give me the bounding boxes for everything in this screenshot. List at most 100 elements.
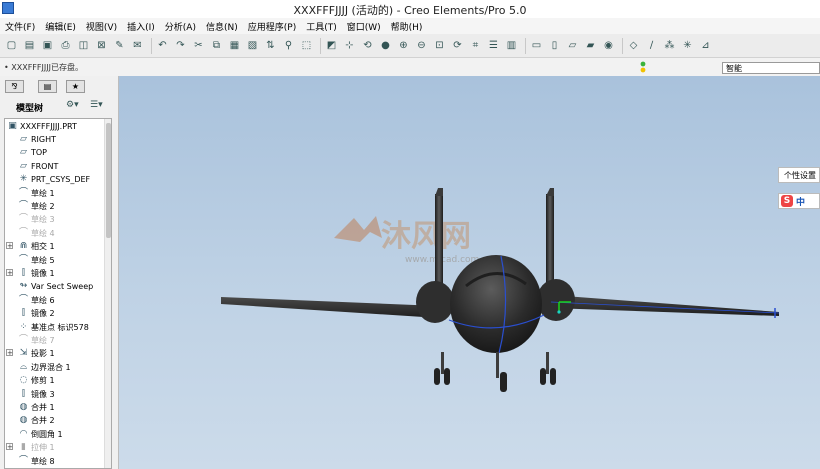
tab-folder-browser[interactable]: ▤ xyxy=(38,80,57,93)
tree-item[interactable]: ⌓ 边界混合 1 xyxy=(5,361,101,374)
tree-item[interactable]: ↬ Var Sect Sweep xyxy=(5,280,101,293)
tree-item[interactable]: ⌒ 草绘 4 xyxy=(5,227,101,240)
save-icon[interactable]: ▣ xyxy=(40,38,55,53)
reorient-icon[interactable]: ⟳ xyxy=(450,38,465,53)
menu-window[interactable]: 窗口(W) xyxy=(342,18,386,34)
csys-icon: ✳ xyxy=(19,174,28,185)
menu-applications[interactable]: 应用程序(P) xyxy=(243,18,301,34)
expand-icon[interactable]: + xyxy=(6,269,13,277)
tree-item[interactable]: ◌ 修剪 1 xyxy=(5,374,101,387)
menu-view[interactable]: 视图(V) xyxy=(81,18,122,34)
zoom-out-icon[interactable]: ⊖ xyxy=(414,38,429,53)
tree-item[interactable]: ▱ RIGHT xyxy=(5,133,101,146)
graphics-window[interactable]: 沐风网 www.mfcad.com xyxy=(119,76,820,469)
tree-item[interactable]: ⌒ 草绘 6 xyxy=(5,294,101,307)
wireframe-icon[interactable]: ▭ xyxy=(529,38,544,53)
menu-file[interactable]: 文件(F) xyxy=(0,18,40,34)
tree-item[interactable]: ⌒ 草绘 5 xyxy=(5,254,101,267)
ime-logo-icon[interactable]: S xyxy=(781,195,793,207)
find-icon[interactable]: ⚲ xyxy=(281,38,296,53)
tree-root[interactable]: ▣ XXXFFFJJJJ.PRT xyxy=(5,120,101,133)
tree-item-label: 拉伸 1 xyxy=(31,443,55,453)
paste-special-icon[interactable]: ▧ xyxy=(245,38,260,53)
tree-item-label: RIGHT xyxy=(31,135,57,144)
menu-tools[interactable]: 工具(T) xyxy=(301,18,342,34)
expand-icon[interactable]: + xyxy=(6,349,13,357)
tree-show-icon[interactable]: ☰▾ xyxy=(90,100,103,110)
select-box-icon[interactable]: ⬚ xyxy=(299,38,314,53)
mail-icon[interactable]: ✉ xyxy=(130,38,145,53)
tree-item[interactable]: ⌒ 草绘 2 xyxy=(5,200,101,213)
tree-item[interactable]: ◠ 倒圆角 1 xyxy=(5,428,101,441)
open-icon[interactable]: ▤ xyxy=(22,38,37,53)
menu-insert[interactable]: 插入(I) xyxy=(122,18,160,34)
tree-item[interactable]: ⫿ 镜像 2 xyxy=(5,307,101,320)
tree-item[interactable]: ⌒ 草绘 3 xyxy=(5,213,101,226)
paste-icon[interactable]: ▦ xyxy=(227,38,242,53)
repaint-icon[interactable]: ◩ xyxy=(324,38,339,53)
undo-icon[interactable]: ↶ xyxy=(155,38,170,53)
tree-item[interactable]: ⫿ 镜像 3 xyxy=(5,388,101,401)
datum-plane-display-icon[interactable]: ◇ xyxy=(626,38,641,53)
close-window-icon[interactable]: ⊠ xyxy=(94,38,109,53)
regenerate-icon[interactable]: ⇅ xyxy=(263,38,278,53)
print-icon[interactable]: ⎙ xyxy=(58,38,73,53)
tab-favorites[interactable]: ★ xyxy=(66,80,85,93)
csys-display-icon[interactable]: ✳ xyxy=(680,38,695,53)
separator xyxy=(525,37,526,54)
datum-point-display-icon[interactable]: ⁂ xyxy=(662,38,677,53)
expand-icon[interactable]: + xyxy=(6,443,13,451)
personalize-popup[interactable]: 个性设置 xyxy=(778,167,820,183)
layers-icon[interactable]: ☰ xyxy=(486,38,501,53)
menu-analysis[interactable]: 分析(A) xyxy=(160,18,201,34)
shaded-icon[interactable]: ▰ xyxy=(583,38,598,53)
tree-item-label: 草绘 8 xyxy=(31,456,55,466)
spin-center-icon[interactable]: ⊹ xyxy=(342,38,357,53)
merge-icon: ◍ xyxy=(19,402,28,412)
airplane-model[interactable] xyxy=(221,188,780,392)
tree-item[interactable]: ⌒ 草绘 8 xyxy=(5,455,101,468)
refit-icon[interactable]: ⊡ xyxy=(432,38,447,53)
menu-info[interactable]: 信息(N) xyxy=(201,18,243,34)
no-hidden-icon[interactable]: ▱ xyxy=(565,38,580,53)
tab-model-tree[interactable]: ⅋ xyxy=(5,80,24,93)
tree-item[interactable]: ⁘ 基准点 标识578 xyxy=(5,321,101,334)
tree-item[interactable]: ◍ 合并 1 xyxy=(5,401,101,414)
model-view[interactable]: 沐风网 www.mfcad.com xyxy=(119,76,820,469)
edit-icon[interactable]: ✎ xyxy=(112,38,127,53)
tree-scrollbar[interactable] xyxy=(104,119,111,468)
ime-mode[interactable]: 中 xyxy=(796,195,805,208)
tree-item[interactable]: + ⋒ 相交 1 xyxy=(5,240,101,253)
redo-icon[interactable]: ↷ xyxy=(173,38,188,53)
view-manager-icon[interactable]: ▥ xyxy=(504,38,519,53)
tree-item[interactable]: ⌒ 草绘 1 xyxy=(5,187,101,200)
shading-icon[interactable]: ● xyxy=(378,38,393,53)
copy-icon[interactable]: ⧉ xyxy=(209,38,224,53)
orient-mode-icon[interactable]: ⟲ xyxy=(360,38,375,53)
zoom-in-icon[interactable]: ⊕ xyxy=(396,38,411,53)
tree-item[interactable]: ⌒ 草绘 7 xyxy=(5,334,101,347)
tree-item[interactable]: + ⫿ 镜像 1 xyxy=(5,267,101,280)
saved-views-icon[interactable]: ⌗ xyxy=(468,38,483,53)
annotation-display-icon[interactable]: ⊿ xyxy=(698,38,713,53)
scrollbar-thumb[interactable] xyxy=(106,123,111,238)
appearance-icon[interactable]: ◉ xyxy=(601,38,616,53)
tree-item[interactable]: ◍ 合并 2 xyxy=(5,414,101,427)
hidden-line-icon[interactable]: ▯ xyxy=(547,38,562,53)
print-preview-icon[interactable]: ◫ xyxy=(76,38,91,53)
new-icon[interactable]: ▢ xyxy=(4,38,19,53)
menu-edit[interactable]: 编辑(E) xyxy=(40,18,81,34)
tree-settings-icon[interactable]: ⚙▾ xyxy=(66,100,79,110)
cut-icon[interactable]: ✂ xyxy=(191,38,206,53)
tree-item[interactable]: + ▮ 拉伸 1 xyxy=(5,441,101,454)
tree-item[interactable]: ▱ FRONT xyxy=(5,160,101,173)
tree-item[interactable]: + ⇲ 投影 1 xyxy=(5,347,101,360)
selection-filter[interactable]: 智能 xyxy=(722,62,820,74)
tree-item[interactable]: ✳ PRT_CSYS_DEF xyxy=(5,173,101,186)
datum-axis-display-icon[interactable]: ∕ xyxy=(644,38,659,53)
ime-toolbar[interactable]: S 中 xyxy=(778,193,820,209)
boundary-blend-icon: ⌓ xyxy=(19,361,28,372)
expand-icon[interactable]: + xyxy=(6,242,13,250)
menu-help[interactable]: 帮助(H) xyxy=(386,18,428,34)
tree-item[interactable]: ▱ TOP xyxy=(5,146,101,159)
